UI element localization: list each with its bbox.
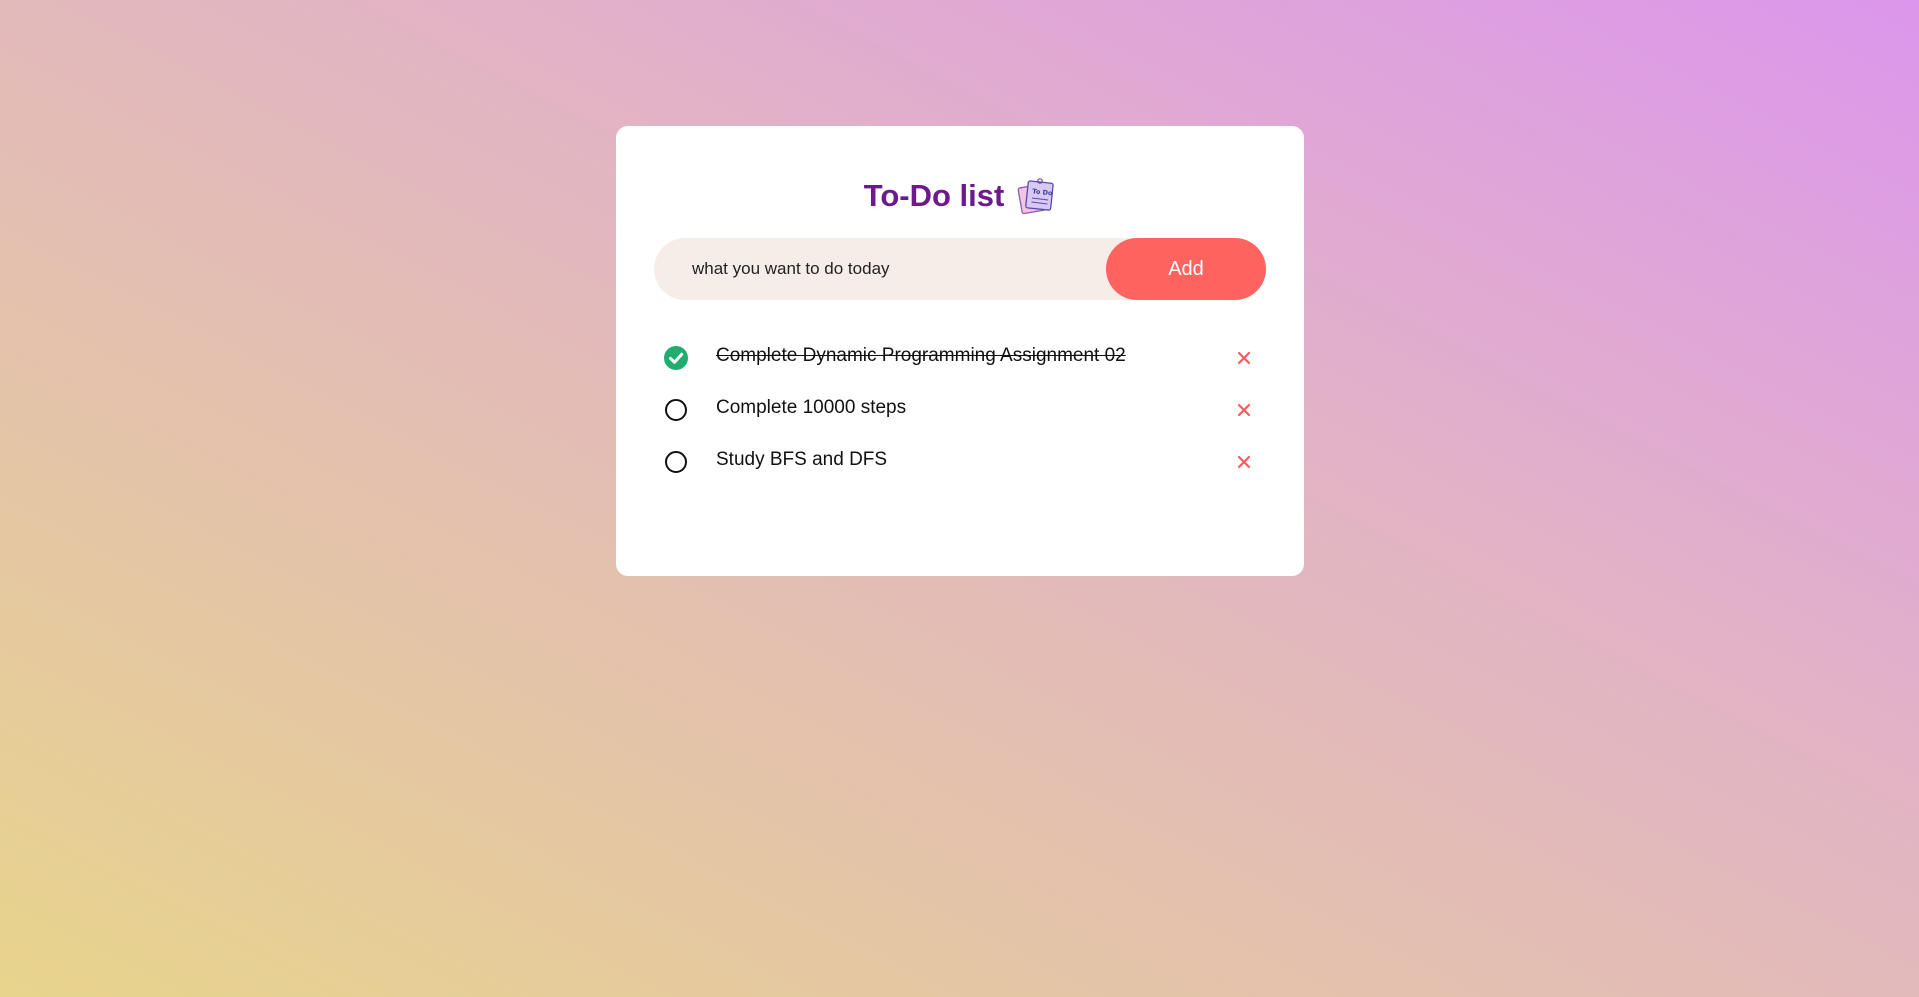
title-row: To-Do list To Do <box>654 174 1266 218</box>
add-button[interactable]: Add <box>1106 238 1266 300</box>
close-icon[interactable] <box>1230 344 1258 372</box>
close-icon[interactable] <box>1230 396 1258 424</box>
empty-circle-icon[interactable] <box>664 398 688 422</box>
task-input[interactable] <box>654 237 1106 301</box>
task-text: Study BFS and DFS <box>716 449 888 470</box>
todo-card: To-Do list To Do Add Complete Dynam <box>616 126 1304 576</box>
task-text: Complete Dynamic Programming Assignment … <box>716 345 1126 366</box>
check-circle-icon[interactable] <box>664 346 688 370</box>
task-input-row: Add <box>654 237 1266 301</box>
empty-circle-icon[interactable] <box>664 450 688 474</box>
task-item[interactable]: Study BFS and DFS <box>654 436 1266 488</box>
task-list: Complete Dynamic Programming Assignment … <box>654 332 1266 488</box>
todo-notepad-icon: To Do <box>1016 176 1056 216</box>
task-item[interactable]: Complete 10000 steps <box>654 384 1266 436</box>
page-title: To-Do list <box>863 178 1005 213</box>
task-text: Complete 10000 steps <box>716 397 907 418</box>
close-icon[interactable] <box>1230 448 1258 476</box>
task-item[interactable]: Complete Dynamic Programming Assignment … <box>654 332 1266 384</box>
